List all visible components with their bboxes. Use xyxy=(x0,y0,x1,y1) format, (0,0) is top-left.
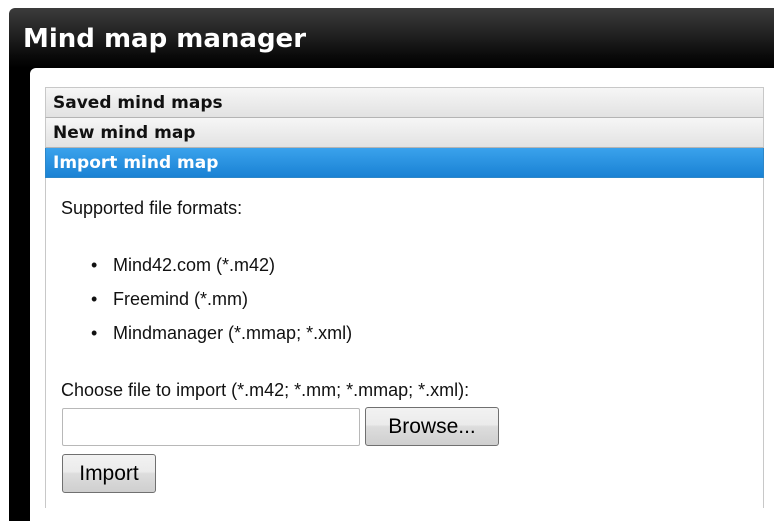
format-item-mindmanager: • Mindmanager (*.mmap; *.xml) xyxy=(61,322,352,356)
format-label: Freemind (*.mm) xyxy=(113,289,249,309)
file-path-field[interactable] xyxy=(62,408,360,446)
bullet-icon: • xyxy=(91,289,98,309)
browse-button[interactable]: Browse... xyxy=(365,407,499,446)
bullet-icon: • xyxy=(91,323,98,343)
format-item-mind42: • Mind42.com (*.m42) xyxy=(61,254,352,288)
format-item-freemind: • Freemind (*.mm) xyxy=(61,288,352,322)
mind-map-manager-window: Mind map manager Saved mind maps New min… xyxy=(9,8,774,521)
window-title: Mind map manager xyxy=(23,24,307,54)
import-button[interactable]: Import xyxy=(62,454,156,493)
supported-formats-heading: Supported file formats: xyxy=(61,198,243,218)
accordion-header-new-mind-map[interactable]: New mind map xyxy=(45,118,764,148)
accordion: Saved mind maps New mind map Import mind… xyxy=(45,87,764,508)
supported-formats-list: • Mind42.com (*.m42) • Freemind (*.mm) •… xyxy=(61,254,352,356)
accordion-header-import-mind-map[interactable]: Import mind map xyxy=(45,148,764,178)
choose-file-label: Choose file to import (*.m42; *.mm; *.mm… xyxy=(61,380,470,400)
format-label: Mindmanager (*.mmap; *.xml) xyxy=(113,323,353,343)
import-section-content: Supported file formats: • Mind42.com (*.… xyxy=(45,178,764,508)
bullet-icon: • xyxy=(91,255,98,275)
format-label: Mind42.com (*.m42) xyxy=(113,255,276,275)
content-panel: Saved mind maps New mind map Import mind… xyxy=(30,68,774,521)
accordion-header-saved-mind-maps[interactable]: Saved mind maps xyxy=(45,87,764,118)
